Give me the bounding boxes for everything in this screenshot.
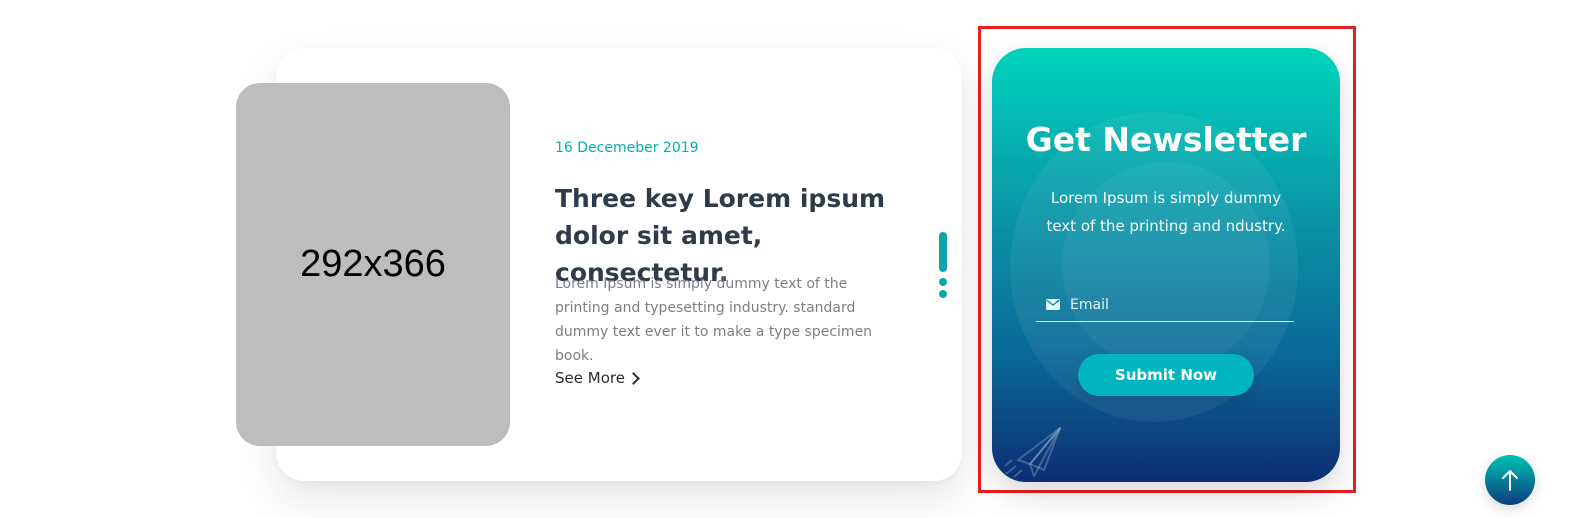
image-placeholder-label: 292x366 <box>300 243 446 285</box>
slider-indicator[interactable] <box>938 232 948 298</box>
indicator-active-bar <box>939 232 947 272</box>
newsletter-title: Get Newsletter <box>1025 120 1307 159</box>
paper-plane-icon <box>1004 427 1061 478</box>
arrow-up-icon <box>1502 470 1518 491</box>
indicator-dot[interactable] <box>939 278 947 286</box>
chevron-right-icon <box>627 372 640 385</box>
see-more-label: See More <box>555 369 625 387</box>
post-image-placeholder: 292x366 <box>236 83 510 446</box>
submit-now-button[interactable]: Submit Now <box>1078 354 1254 396</box>
envelope-icon <box>1046 299 1060 310</box>
post-description: Lorem Ipsum is simply dummy text of the … <box>555 276 873 364</box>
newsletter-text: Lorem Ipsum is simply dummy text of the … <box>1046 189 1286 235</box>
indicator-dot[interactable] <box>939 290 947 298</box>
email-field[interactable] <box>1036 288 1294 322</box>
scroll-to-top-button[interactable] <box>1485 455 1535 505</box>
email-input[interactable] <box>1070 296 1270 313</box>
post-date: 16 Decemeber 2019 <box>555 140 699 156</box>
see-more-link[interactable]: See More <box>555 369 640 387</box>
newsletter-panel: Get Newsletter Lorem Ipsum is simply dum… <box>992 48 1340 482</box>
